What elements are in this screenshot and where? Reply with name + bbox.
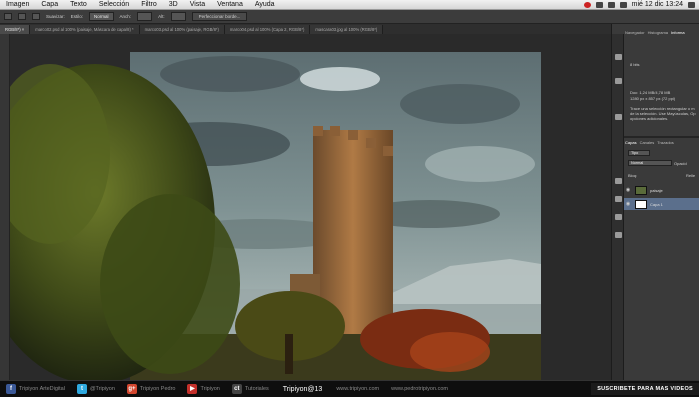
- tab-navegador[interactable]: Navegador: [625, 30, 645, 35]
- tab-histograma[interactable]: Histograma: [648, 30, 668, 35]
- twitter-link[interactable]: t @Tripiyon: [71, 384, 121, 394]
- refine-edge-button[interactable]: Perfeccionar borde...: [191, 12, 248, 21]
- doc-size: Doc: 1,24 MB/4,78 MB: [630, 90, 671, 95]
- bits-info: 8 bits: [630, 62, 640, 67]
- tab-marco03[interactable]: marco03.psd al 100% (paisaje, RGB/8*): [139, 25, 225, 34]
- layer-thumbnail: [635, 199, 647, 209]
- layer-name[interactable]: Capa 1: [650, 202, 663, 207]
- record-icon[interactable]: [583, 1, 591, 8]
- tutorials-label: Tutoriales: [244, 386, 269, 392]
- visibility-eye-icon[interactable]: ◉: [624, 187, 632, 193]
- layer-thumbnail: [635, 185, 647, 195]
- clock[interactable]: mié 12 dic 13:24: [632, 1, 683, 8]
- history-icon[interactable]: [615, 54, 622, 60]
- menu-imagen[interactable]: Imagen: [0, 0, 35, 10]
- new-selection-icon[interactable]: [18, 13, 26, 20]
- menu-3d[interactable]: 3D: [163, 0, 184, 10]
- facebook-icon: f: [6, 384, 16, 394]
- adjust-icon[interactable]: [615, 178, 622, 184]
- googleplus-label: Tripiyon Pedro: [139, 386, 176, 392]
- twitter-label: @Tripiyon: [89, 386, 115, 392]
- suavizar-label: Suavizar:: [46, 14, 65, 19]
- menu-vista[interactable]: Vista: [184, 0, 211, 10]
- alt-field[interactable]: [170, 12, 186, 21]
- menu-extras: mié 12 dic 13:24: [583, 1, 699, 8]
- googleplus-link[interactable]: g+ Tripiyon Pedro: [121, 384, 182, 394]
- hint-line-3: opciones adicionales.: [630, 116, 669, 121]
- tutorials-icon: ct: [231, 384, 242, 394]
- alt-label: Alt:: [158, 14, 165, 19]
- twitter-icon: t: [76, 384, 87, 394]
- estilo-label: Estilo:: [70, 14, 84, 19]
- document-image[interactable]: [10, 34, 611, 380]
- tab-current[interactable]: RGB/8*) ×: [0, 25, 31, 34]
- youtube-icon: ▶: [187, 384, 198, 394]
- menu-seleccion[interactable]: Selección: [93, 0, 135, 10]
- layer-name[interactable]: paisaje: [650, 188, 663, 193]
- spotlight-icon[interactable]: [688, 1, 695, 8]
- layer-kind-filter[interactable]: Tipo: [628, 150, 650, 156]
- visibility-eye-icon[interactable]: ◉: [624, 201, 632, 207]
- right-panels: Navegador Histograma Informa 8 bits Doc:…: [611, 24, 699, 380]
- canvas-area[interactable]: [10, 34, 611, 380]
- tools-panel: [0, 34, 10, 380]
- facebook-label: Tripiyon ArteDigital: [19, 386, 65, 392]
- paragraph-icon[interactable]: [615, 232, 622, 238]
- blend-mode-select[interactable]: Normal: [628, 160, 672, 166]
- battery-icon[interactable]: [619, 1, 627, 8]
- menu-ventana[interactable]: Ventana: [211, 0, 249, 10]
- panel-divider: [624, 136, 699, 138]
- fill-label: Relle: [686, 173, 696, 178]
- anch-label: Anch:: [119, 14, 132, 19]
- googleplus-icon: g+: [126, 384, 137, 394]
- tab-mascara03[interactable]: mascara03.jpg al 100% (RGB/8*): [310, 25, 384, 34]
- doc-dimensions: 1280 px x 857 px (72 ppi): [630, 96, 676, 101]
- youtube-link[interactable]: ▶ Tripiyon: [181, 384, 225, 394]
- facebook-link[interactable]: f Tripiyon ArteDigital: [0, 384, 71, 394]
- panel-icon-column: [612, 34, 624, 380]
- lock-label: Bloq:: [628, 173, 638, 178]
- brand-name: Tripiyon@13: [282, 385, 323, 393]
- opacity-label: Opacid: [674, 161, 687, 166]
- character-icon[interactable]: [615, 214, 622, 220]
- tab-marco04[interactable]: marco04.psd al 100% (Capa 2, RGB/8*): [224, 25, 311, 34]
- bottom-banner: f Tripiyon ArteDigital t @Tripiyon g+ Tr…: [0, 380, 699, 397]
- layer-row-paisaje[interactable]: ◉ paisaje: [624, 184, 699, 196]
- info-panel-tabs: Navegador Histograma Informa: [625, 30, 685, 35]
- add-selection-icon[interactable]: [32, 13, 40, 20]
- brush-icon[interactable]: [615, 114, 622, 120]
- styles-icon[interactable]: [615, 196, 622, 202]
- menu-filtro[interactable]: Filtro: [135, 0, 163, 10]
- menu-ayuda[interactable]: Ayuda: [249, 0, 281, 10]
- site-link-2[interactable]: www.pedrotripiyon.com: [385, 386, 454, 392]
- youtube-label: Tripiyon: [200, 386, 220, 392]
- volume-icon[interactable]: [607, 1, 615, 8]
- mac-menu-bar: Imagen Capa Texto Selección Filtro 3D Vi…: [0, 0, 699, 10]
- estilo-select[interactable]: Normal: [89, 12, 114, 21]
- tab-canales[interactable]: Canales: [640, 140, 655, 145]
- layers-panel-tabs: Capas Canales Trazados: [625, 140, 674, 145]
- tab-trazados[interactable]: Trazados: [657, 140, 674, 145]
- tab-capas[interactable]: Capas: [625, 140, 637, 145]
- tab-informacion[interactable]: Informa: [671, 30, 685, 35]
- menu-texto[interactable]: Texto: [64, 0, 93, 10]
- tab-marco02[interactable]: marco02.psd al 100% (paisaje, Máscara de…: [30, 25, 140, 34]
- menu-capa[interactable]: Capa: [35, 0, 64, 10]
- options-bar: Suavizar: Estilo: Normal Anch: Alt: Perf…: [0, 10, 699, 24]
- wifi-icon[interactable]: [595, 1, 603, 8]
- marquee-tool-preset-icon[interactable]: [4, 13, 12, 20]
- document-tabs: RGB/8*) × marco02.psd al 100% (paisaje, …: [0, 24, 611, 34]
- subscribe-button[interactable]: SUSCRIBETE PARA MAS VIDEOS: [591, 383, 699, 395]
- anch-field[interactable]: [137, 12, 153, 21]
- site-link-1[interactable]: www.tripiyon.com: [330, 386, 385, 392]
- tutorials-link[interactable]: ct Tutoriales: [226, 384, 275, 394]
- layer-row-capa-1[interactable]: ◉ Capa 1: [624, 198, 699, 210]
- properties-icon[interactable]: [615, 78, 622, 84]
